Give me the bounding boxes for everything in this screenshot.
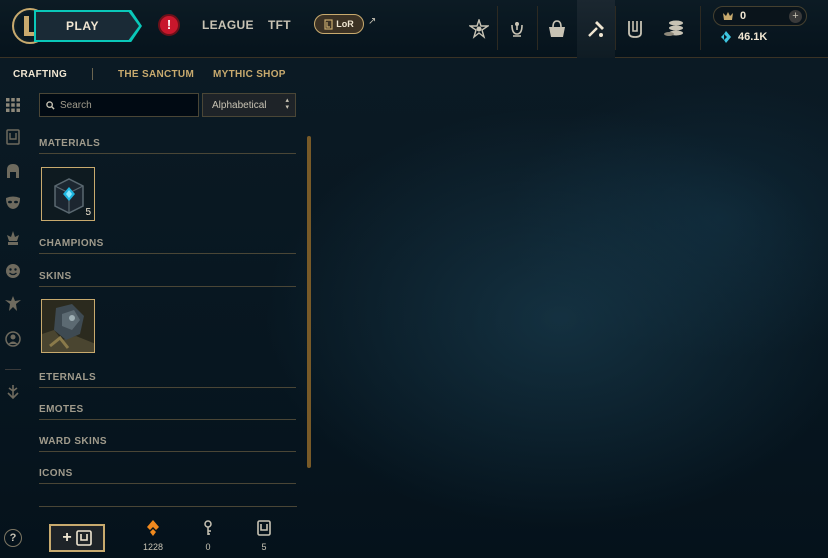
tab-mythic-shop[interactable]: MYTHIC SHOP bbox=[213, 69, 286, 80]
panel-scrollbar[interactable] bbox=[307, 136, 311, 468]
orange-essence-value: 1228 bbox=[142, 542, 164, 552]
add-label: + bbox=[62, 529, 72, 546]
summoner-icon-icon[interactable] bbox=[4, 330, 22, 348]
item-count: 5 bbox=[85, 207, 91, 218]
key-icon bbox=[204, 520, 212, 535]
section-icons[interactable]: ICONS bbox=[39, 468, 296, 484]
section-emotes[interactable]: EMOTES bbox=[39, 404, 296, 420]
emote-face-icon[interactable] bbox=[4, 262, 22, 280]
helmet-icon[interactable] bbox=[4, 162, 22, 180]
loot-subnav: CRAFTING THE SANCTUM MYTHIC SHOP bbox=[0, 58, 310, 88]
sort-arrows-icon: ▴ ▾ bbox=[285, 97, 289, 111]
buy-rp-button[interactable]: + bbox=[789, 10, 802, 23]
wallet-rp: 0 + bbox=[713, 6, 807, 26]
ward-icon[interactable] bbox=[4, 229, 22, 247]
lor-button[interactable]: LoR bbox=[314, 14, 364, 34]
rank-emblem-icon[interactable] bbox=[460, 0, 498, 58]
external-link-icon: ↗ bbox=[368, 16, 377, 27]
chest-icon bbox=[257, 520, 271, 536]
chest-icon[interactable] bbox=[4, 128, 22, 146]
crafting-hammer-icon[interactable] bbox=[577, 0, 615, 58]
chest-counter: 5 bbox=[244, 520, 284, 552]
search-input[interactable] bbox=[60, 99, 190, 111]
search-icon bbox=[46, 100, 55, 110]
tab-the-sanctum[interactable]: THE SANCTUM bbox=[118, 69, 194, 80]
category-rail bbox=[0, 88, 28, 558]
skin-shard-tile[interactable] bbox=[41, 299, 95, 353]
tab-crafting[interactable]: CRAFTING bbox=[13, 69, 67, 80]
store-bag-icon[interactable] bbox=[538, 0, 576, 58]
nav-league[interactable]: LEAGUE bbox=[202, 18, 254, 32]
divider bbox=[700, 6, 701, 50]
lor-label: LoR bbox=[336, 19, 354, 29]
play-button[interactable]: PLAY bbox=[36, 12, 139, 40]
section-ward-skins[interactable]: WARD SKINS bbox=[39, 436, 296, 452]
honor-icon[interactable] bbox=[498, 0, 536, 58]
divider bbox=[92, 68, 93, 80]
chest-icon bbox=[75, 530, 92, 546]
key-counter: 0 bbox=[188, 520, 228, 552]
skin-shard-art-icon bbox=[42, 300, 94, 352]
section-champions[interactable]: CHAMPIONS bbox=[39, 238, 296, 254]
section-materials[interactable]: MATERIALS bbox=[39, 138, 296, 154]
play-button-label: PLAY bbox=[66, 19, 99, 33]
orange-essence-counter: 1228 bbox=[133, 520, 173, 552]
section-skins[interactable]: SKINS bbox=[39, 271, 296, 287]
divider bbox=[5, 369, 21, 370]
top-bar: PLAY ! LEAGUE TFT LoR ↗ ▼ 0 + 46.1K bbox=[0, 0, 828, 58]
wallet-be: 46.1K bbox=[720, 31, 767, 43]
key-value: 0 bbox=[205, 542, 211, 552]
hextech-chest-tile[interactable]: 5 bbox=[41, 167, 95, 221]
eternal-icon[interactable] bbox=[4, 295, 22, 313]
loot-coins-icon[interactable] bbox=[655, 0, 693, 58]
sort-select[interactable]: Alphabetical ▴ ▾ bbox=[202, 93, 296, 117]
riot-points-icon bbox=[723, 12, 733, 20]
orange-essence-icon bbox=[147, 520, 159, 536]
alert-icon[interactable]: ! bbox=[158, 14, 180, 36]
sort-value: Alphabetical bbox=[212, 99, 267, 111]
collection-icon[interactable] bbox=[616, 0, 654, 58]
nav-tft[interactable]: TFT bbox=[268, 18, 291, 32]
arrow-down-icon[interactable] bbox=[4, 383, 22, 401]
search-field[interactable] bbox=[39, 93, 199, 117]
blue-essence-icon bbox=[721, 31, 731, 43]
crafting-panel: Alphabetical ▴▾ MATERIALS 5 CHAMPIONS SK… bbox=[28, 88, 312, 558]
section-eternals[interactable]: ETERNALS bbox=[39, 372, 296, 388]
divider bbox=[39, 506, 297, 507]
rp-value: 0 bbox=[740, 10, 747, 22]
grid-icon[interactable] bbox=[4, 96, 22, 114]
chest-value: 5 bbox=[261, 542, 267, 552]
add-chest-button[interactable]: + bbox=[49, 524, 105, 552]
mask-icon[interactable] bbox=[4, 194, 22, 212]
help-button[interactable]: ? bbox=[4, 529, 22, 547]
lor-logo-icon bbox=[324, 18, 333, 30]
be-value: 46.1K bbox=[738, 31, 768, 43]
